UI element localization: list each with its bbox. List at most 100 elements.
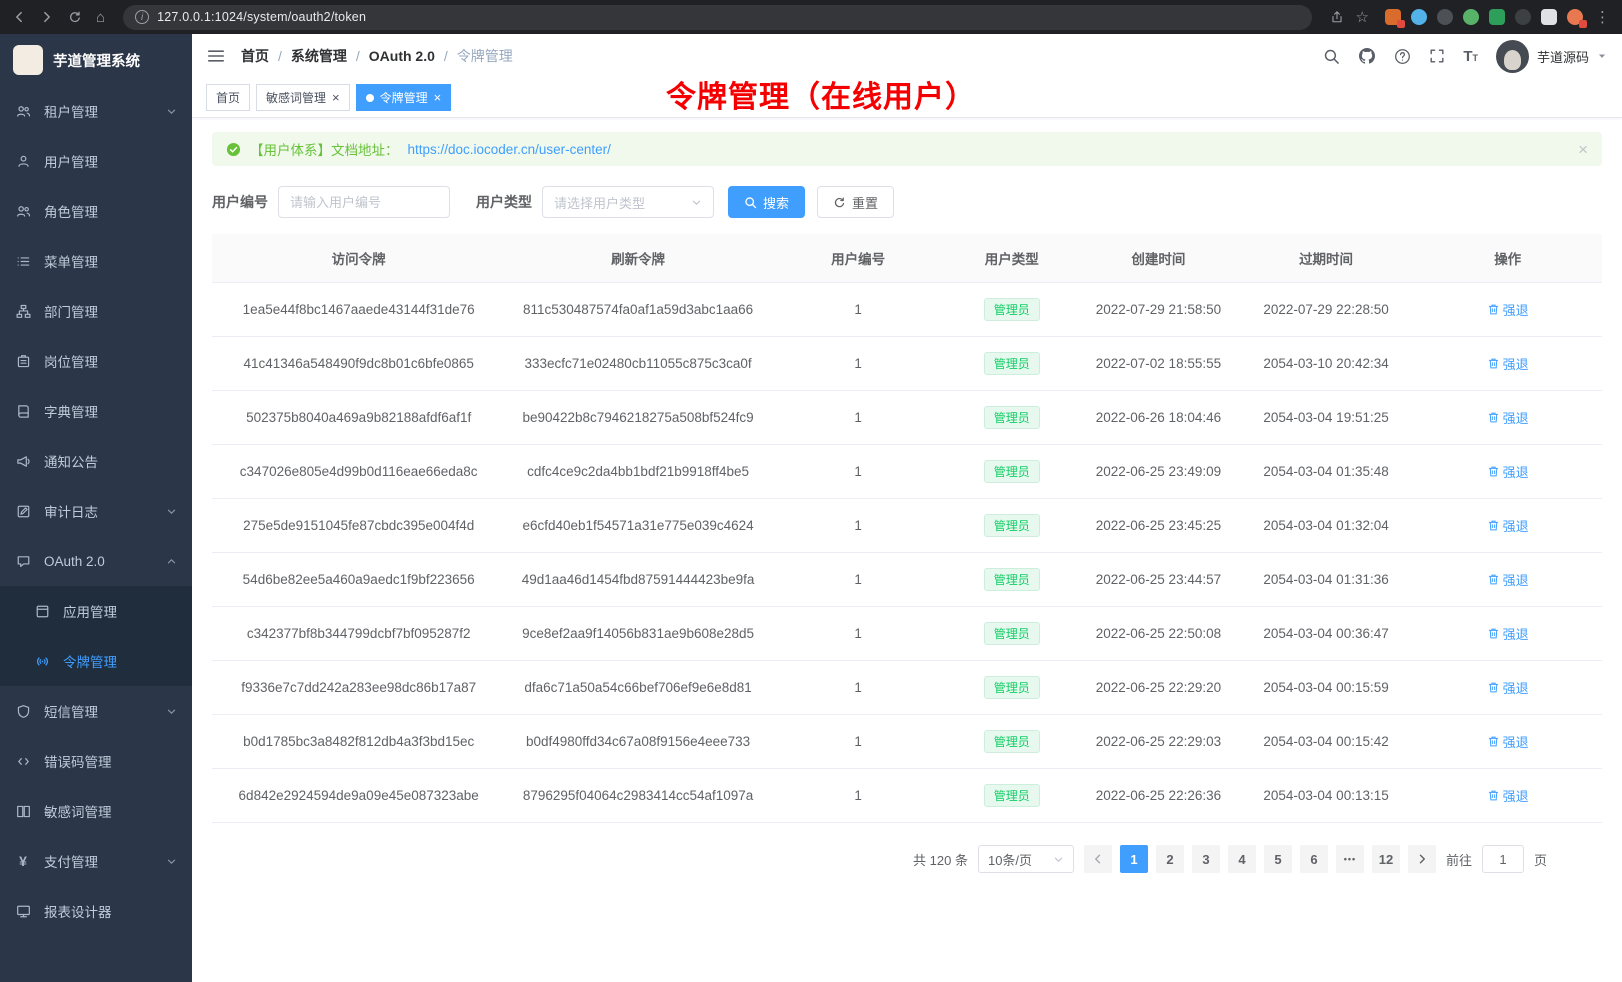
page-button-6[interactable]: 6 xyxy=(1300,845,1328,873)
breadcrumb-item[interactable]: 首页 xyxy=(241,46,269,66)
reload-icon[interactable] xyxy=(68,10,82,24)
sidebar-item-post[interactable]: 岗位管理 xyxy=(0,336,192,386)
chevron-down-icon xyxy=(1053,854,1064,865)
page-button-5[interactable]: 5 xyxy=(1264,845,1292,873)
sidebar-item-user[interactable]: 用户管理 xyxy=(0,136,192,186)
access-token-cell: 6d842e2924594de9a09e45e087323abe xyxy=(212,769,505,823)
user-id-input[interactable] xyxy=(278,186,450,218)
refresh-token-cell: 8796295f04064c2983414cc54af1097a xyxy=(505,769,770,823)
force-logout-button[interactable]: 强退 xyxy=(1487,408,1529,427)
username: 芋道源码 xyxy=(1537,47,1589,66)
force-logout-label: 强退 xyxy=(1503,786,1529,805)
sidebar-item-sms[interactable]: 短信管理 xyxy=(0,686,192,736)
page-button-4[interactable]: 4 xyxy=(1228,845,1256,873)
force-logout-button[interactable]: 强退 xyxy=(1487,678,1529,697)
force-logout-button[interactable]: 强退 xyxy=(1487,570,1529,589)
close-icon[interactable]: × xyxy=(434,91,442,104)
user-type-select[interactable]: 请选择用户类型 xyxy=(542,186,714,218)
prev-page-button[interactable] xyxy=(1084,845,1112,873)
address-bar[interactable]: i 127.0.0.1:1024/system/oauth2/token xyxy=(123,5,1311,30)
extension-black-paw-icon[interactable] xyxy=(1515,9,1531,25)
expire-time-cell: 2054-03-04 19:51:25 xyxy=(1239,391,1414,445)
force-logout-button[interactable]: 强退 xyxy=(1487,624,1529,643)
user-id-cell: 1 xyxy=(771,607,946,661)
url-text: 127.0.0.1:1024/system/oauth2/token xyxy=(157,10,366,24)
column-header: 刷新令牌 xyxy=(505,234,770,283)
column-header: 操作 xyxy=(1413,234,1602,283)
menu-fold-icon[interactable] xyxy=(207,48,225,64)
sidebar-item-dept[interactable]: 部门管理 xyxy=(0,286,192,336)
alert-close-icon[interactable]: × xyxy=(1578,141,1588,158)
force-logout-button[interactable]: 强退 xyxy=(1487,354,1529,373)
sidebar-item-pay[interactable]: ¥支付管理 xyxy=(0,836,192,886)
created-time-cell: 2022-06-25 22:50:08 xyxy=(1078,607,1239,661)
back-icon[interactable] xyxy=(12,10,26,24)
force-logout-button[interactable]: 强退 xyxy=(1487,786,1529,805)
extension-teal-puzzle-icon[interactable] xyxy=(1489,9,1505,25)
profile-avatar-icon[interactable] xyxy=(1567,9,1583,25)
search-button[interactable]: 搜索 xyxy=(728,186,805,218)
extension-darkgray-icon[interactable] xyxy=(1437,9,1453,25)
more-pages-button[interactable]: ••• xyxy=(1336,845,1364,873)
force-logout-button[interactable]: 强退 xyxy=(1487,516,1529,535)
browser-chrome: ⌂ i 127.0.0.1:1024/system/oauth2/token ☆… xyxy=(0,0,1622,34)
sidebar-item-menu[interactable]: 菜单管理 xyxy=(0,236,192,286)
help-icon[interactable] xyxy=(1394,48,1411,65)
user-type-badge: 管理员 xyxy=(984,676,1040,699)
extension-green-icon[interactable] xyxy=(1463,9,1479,25)
github-icon[interactable] xyxy=(1358,47,1376,65)
extension-light-split-icon[interactable] xyxy=(1541,9,1557,25)
sidebar-item-oauth2-app[interactable]: 应用管理 xyxy=(0,586,192,636)
dict-icon xyxy=(15,404,31,419)
sidebar-item-oauth2-token[interactable]: 令牌管理 xyxy=(0,636,192,686)
app-logo-area: 芋道管理系统 xyxy=(0,34,192,86)
user-id-label: 用户编号 xyxy=(212,192,268,212)
doc-link[interactable]: https://doc.iocoder.cn/user-center/ xyxy=(408,142,611,157)
force-logout-button[interactable]: 强退 xyxy=(1487,300,1529,319)
browser-menu-icon[interactable]: ⋮ xyxy=(1595,8,1610,26)
close-icon[interactable]: × xyxy=(332,91,340,104)
page-button-1[interactable]: 1 xyxy=(1120,845,1148,873)
sidebar-item-audit-log[interactable]: 审计日志 xyxy=(0,486,192,536)
force-logout-button[interactable]: 强退 xyxy=(1487,732,1529,751)
breadcrumb-item[interactable]: OAuth 2.0 xyxy=(369,48,435,64)
sidebar-item-dict[interactable]: 字典管理 xyxy=(0,386,192,436)
sidebar-item-error-code[interactable]: 错误码管理 xyxy=(0,736,192,786)
page-button-3[interactable]: 3 xyxy=(1192,845,1220,873)
goto-page-input[interactable] xyxy=(1482,845,1524,873)
page-button-2[interactable]: 2 xyxy=(1156,845,1184,873)
table-row: 275e5de9151045fe87cbdc395e004f4de6cfd40e… xyxy=(212,499,1602,553)
reset-button[interactable]: 重置 xyxy=(817,186,894,218)
next-page-button[interactable] xyxy=(1408,845,1436,873)
sidebar-item-label: 错误码管理 xyxy=(44,751,112,771)
sidebar-item-notice[interactable]: 通知公告 xyxy=(0,436,192,486)
sidebar-item-role[interactable]: 角色管理 xyxy=(0,186,192,236)
bookmark-star-icon[interactable]: ☆ xyxy=(1356,8,1369,26)
notice-icon xyxy=(15,454,31,469)
alert-text: 【用户体系】文档地址： xyxy=(250,139,399,159)
sidebar-item-tenant[interactable]: 租户管理 xyxy=(0,86,192,136)
extension-orange-icon[interactable] xyxy=(1385,9,1401,25)
user-type-badge: 管理员 xyxy=(984,460,1040,483)
tab-home[interactable]: 首页 xyxy=(206,84,250,111)
sidebar-item-oauth2[interactable]: OAuth 2.0 xyxy=(0,536,192,586)
share-icon[interactable] xyxy=(1330,10,1344,24)
force-logout-button[interactable]: 强退 xyxy=(1487,462,1529,481)
font-size-icon[interactable]: TT xyxy=(1463,48,1478,65)
tab-sensitive-word[interactable]: 敏感词管理× xyxy=(256,84,350,111)
tab-oauth2-token[interactable]: 令牌管理× xyxy=(356,84,452,111)
sidebar-item-report-designer[interactable]: 报表设计器 xyxy=(0,886,192,936)
fullscreen-icon[interactable] xyxy=(1429,48,1445,64)
home-icon[interactable]: ⌂ xyxy=(96,9,105,26)
page-size-select[interactable]: 10条/页 xyxy=(978,845,1074,873)
forward-icon[interactable] xyxy=(40,10,54,24)
breadcrumb-item[interactable]: 系统管理 xyxy=(291,46,347,66)
info-icon[interactable]: i xyxy=(135,10,149,24)
force-logout-label: 强退 xyxy=(1503,624,1529,643)
page-button-12[interactable]: 12 xyxy=(1372,845,1400,873)
user-menu[interactable]: 芋道源码 xyxy=(1496,40,1607,73)
sidebar-item-sensitive-word[interactable]: 敏感词管理 xyxy=(0,786,192,836)
search-icon[interactable] xyxy=(1323,48,1340,65)
extension-blue-icon[interactable] xyxy=(1411,9,1427,25)
audit-icon xyxy=(15,504,31,519)
